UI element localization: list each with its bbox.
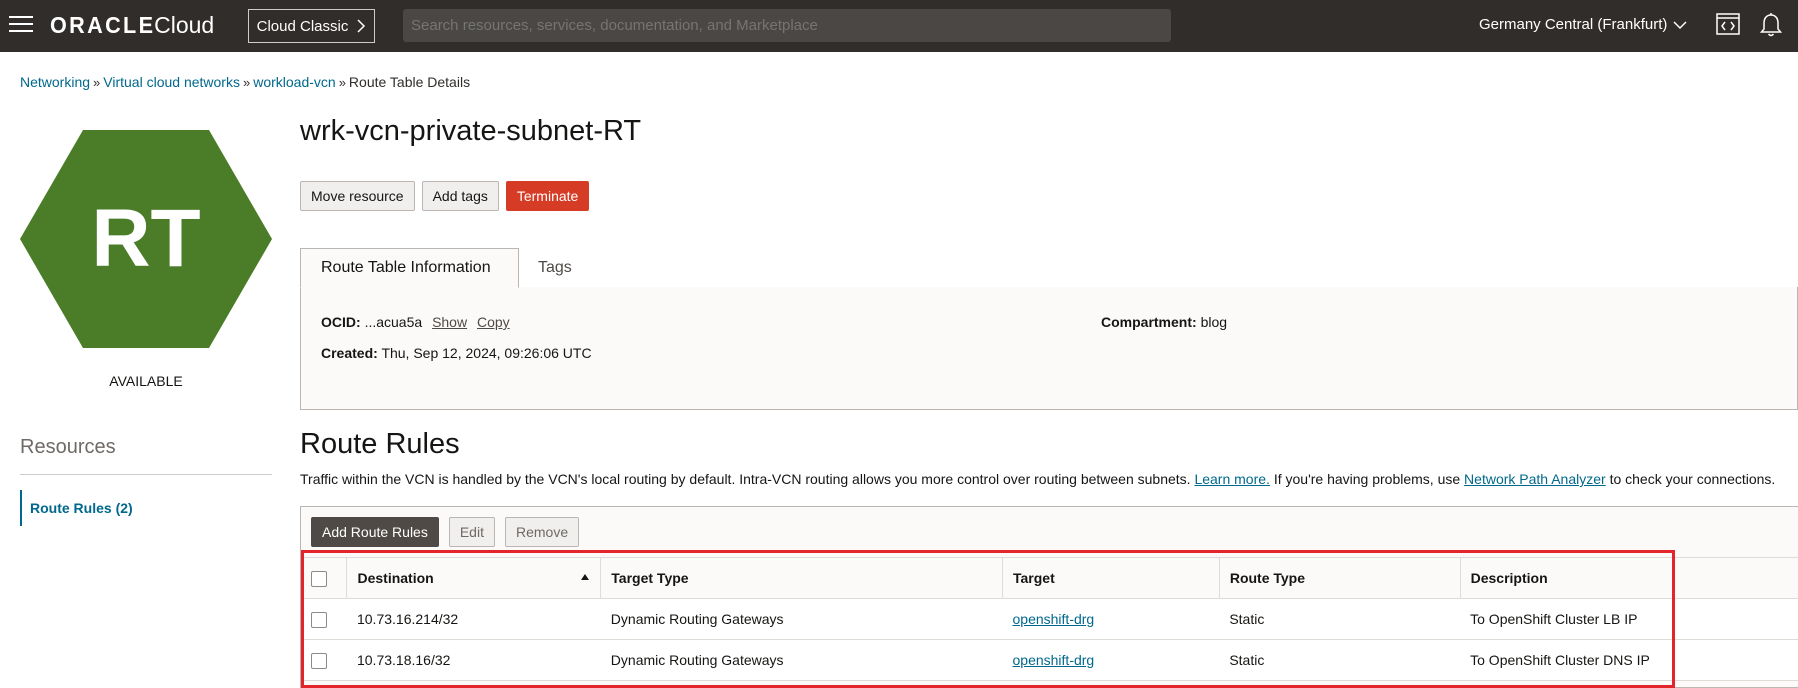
ocid-show-link[interactable]: Show <box>432 314 467 330</box>
created-value: Thu, Sep 12, 2024, 09:26:06 UTC <box>381 345 592 361</box>
breadcrumb-virtual-cloud-networks[interactable]: Virtual cloud networks <box>103 74 240 90</box>
column-destination-label: Destination <box>357 570 434 586</box>
compartment-row: Compartment: blog <box>1101 314 1227 330</box>
terminate-button[interactable]: Terminate <box>505 181 590 211</box>
learn-more-link[interactable]: Learn more. <box>1194 471 1269 487</box>
ocid-row: OCID: ...acua5a Show Copy <box>321 314 510 330</box>
column-route-type: Route Type <box>1219 557 1461 599</box>
page-title: wrk-vcn-private-subnet-RT <box>300 115 642 147</box>
target-link[interactable]: openshift-drg <box>1013 652 1095 668</box>
sort-ascending-icon[interactable] <box>580 573 590 581</box>
hamburger-menu-icon[interactable] <box>9 16 33 34</box>
oracle-cloud-logo[interactable]: ORACLE Cloud <box>50 12 214 40</box>
ocid-label: OCID: <box>321 314 361 330</box>
row-checkbox[interactable] <box>311 652 327 669</box>
cell-route-type: Static <box>1219 639 1461 681</box>
route-rules-panel: Add Route Rules Edit Remove Destination … <box>300 506 1798 688</box>
table-row: 10.73.16.214/32 Dynamic Routing Gateways… <box>301 598 1798 640</box>
column-destination[interactable]: Destination <box>346 557 602 599</box>
cloud-classic-button[interactable]: Cloud Classic <box>248 9 375 43</box>
cell-target: openshift-drg <box>1002 639 1220 681</box>
route-rules-description: Traffic within the VCN is handled by the… <box>300 471 1775 487</box>
cell-target: openshift-drg <box>1002 598 1220 640</box>
breadcrumb-workload-vcn[interactable]: workload-vcn <box>253 74 335 90</box>
created-row: Created: Thu, Sep 12, 2024, 09:26:06 UTC <box>321 345 592 361</box>
route-table-hexagon-icon: RT <box>20 130 272 348</box>
add-tags-button[interactable]: Add tags <box>421 181 499 211</box>
brand-cloud: Cloud <box>154 12 215 38</box>
route-rules-title: Route Rules <box>300 428 460 460</box>
select-all-checkbox[interactable] <box>311 570 327 587</box>
chevron-right-icon <box>357 19 366 33</box>
breadcrumb-current: Route Table Details <box>348 74 471 90</box>
route-rules-actions: Add Route Rules Edit Remove <box>311 517 580 547</box>
route-table-info-panel: OCID: ...acua5a Show Copy Created: Thu, … <box>300 287 1798 410</box>
cell-target-type: Dynamic Routing Gateways <box>600 598 1003 640</box>
breadcrumb-separator: » <box>242 74 251 90</box>
target-link[interactable]: openshift-drg <box>1013 611 1095 627</box>
cell-target-type: Dynamic Routing Gateways <box>600 639 1003 681</box>
resource-abbreviation: RT <box>91 193 200 284</box>
table-header-row: Destination Target Type Target Route Typ… <box>301 557 1798 599</box>
tab-tags[interactable]: Tags <box>538 248 572 288</box>
ocid-value: ...acua5a <box>364 314 423 330</box>
brand-oracle: ORACLE <box>50 12 156 38</box>
chevron-down-icon <box>1673 20 1687 29</box>
ocid-copy-link[interactable]: Copy <box>477 314 510 330</box>
cell-filler <box>1672 598 1798 640</box>
created-label: Created: <box>321 345 378 361</box>
desc-part-1: Traffic within the VCN is handled by the… <box>300 471 1191 487</box>
breadcrumb-separator: » <box>338 74 346 90</box>
column-target: Target <box>1002 557 1220 599</box>
add-route-rules-button[interactable]: Add Route Rules <box>311 517 439 547</box>
cell-route-type: Static <box>1219 598 1461 640</box>
breadcrumb: Networking » Virtual cloud networks » wo… <box>20 74 470 90</box>
cell-description: To OpenShift Cluster LB IP <box>1460 598 1673 640</box>
resources-divider <box>20 474 272 475</box>
compartment-value: blog <box>1200 314 1228 330</box>
breadcrumb-separator: » <box>93 74 101 90</box>
desc-part-2: If you're having problems, use <box>1273 471 1461 487</box>
search-input[interactable] <box>403 9 1171 42</box>
breadcrumb-networking[interactable]: Networking <box>20 74 90 90</box>
developer-tools-icon[interactable] <box>1716 13 1740 35</box>
resource-status: AVAILABLE <box>109 373 183 389</box>
row-select-cell <box>301 639 347 681</box>
desc-part-3: to check your connections. <box>1609 471 1776 487</box>
select-all-cell <box>301 557 348 599</box>
top-navigation-bar: ORACLE Cloud Cloud Classic Germany Centr… <box>0 0 1798 52</box>
cell-filler <box>1672 639 1798 681</box>
notifications-bell-icon[interactable] <box>1760 12 1782 38</box>
move-resource-button[interactable]: Move resource <box>300 181 415 211</box>
row-select-cell <box>301 598 347 640</box>
network-path-analyzer-link[interactable]: Network Path Analyzer <box>1464 471 1606 487</box>
resource-actions: Move resource Add tags Terminate <box>300 181 590 211</box>
table-row: 10.73.18.16/32 Dynamic Routing Gateways … <box>301 639 1798 681</box>
region-selector[interactable]: Germany Central (Frankfurt) <box>1479 16 1687 33</box>
compartment-label: Compartment: <box>1101 314 1197 330</box>
column-target-type: Target Type <box>600 557 1003 599</box>
tab-route-table-information[interactable]: Route Table Information <box>300 248 519 288</box>
cell-destination: 10.73.16.214/32 <box>346 598 601 640</box>
column-filler <box>1672 557 1798 599</box>
details-tabs: Route Table Information Tags <box>300 248 1798 288</box>
column-description: Description <box>1460 557 1673 599</box>
sidebar-item-route-rules[interactable]: Route Rules (2) <box>20 490 133 526</box>
cell-destination: 10.73.18.16/32 <box>346 639 601 681</box>
region-label: Germany Central (Frankfurt) <box>1479 16 1668 33</box>
row-checkbox[interactable] <box>311 611 327 628</box>
remove-button[interactable]: Remove <box>504 517 580 547</box>
cloud-classic-label: Cloud Classic <box>256 17 349 35</box>
cell-description: To OpenShift Cluster DNS IP <box>1460 639 1673 681</box>
route-rules-table: Destination Target Type Target Route Typ… <box>301 557 1798 681</box>
resources-title: Resources <box>20 436 116 458</box>
edit-button[interactable]: Edit <box>448 517 495 547</box>
